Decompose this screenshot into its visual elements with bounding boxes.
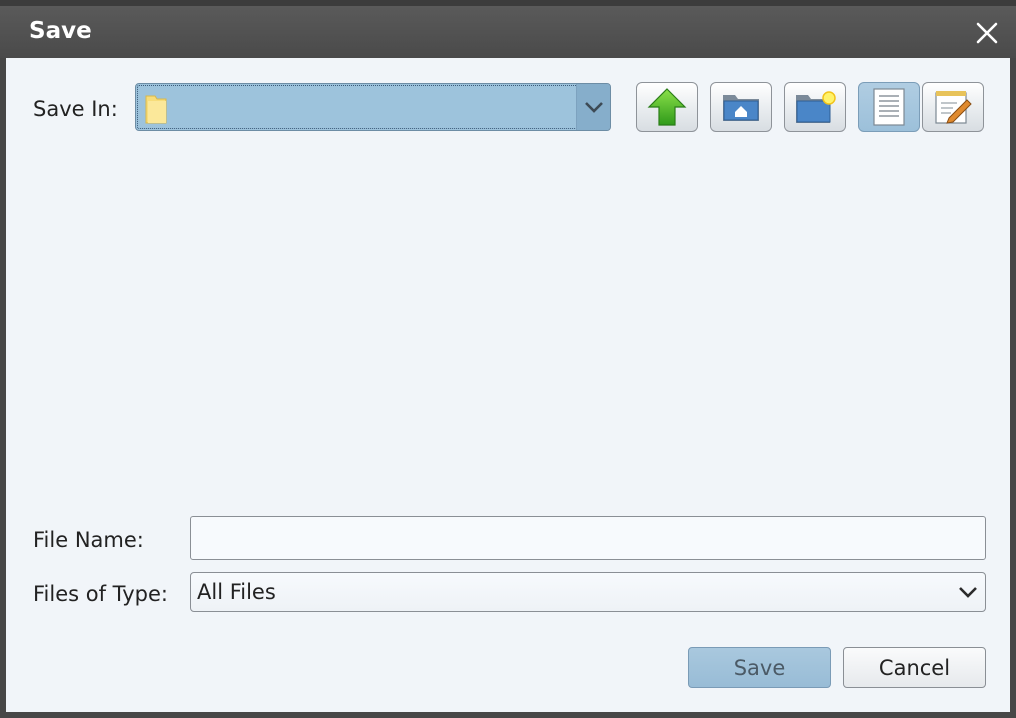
file-name-input[interactable]	[190, 516, 986, 560]
dialog-title: Save	[29, 18, 92, 44]
files-of-type-value: All Files	[197, 580, 276, 604]
file-name-label: File Name:	[33, 528, 144, 552]
save-in-combobox[interactable]	[135, 83, 611, 131]
new-folder-button[interactable]	[784, 82, 846, 132]
save-dialog: Save Save In: File Name: Files of Type: …	[0, 0, 1016, 718]
dialog-body: Save In: File Name: Files of Type: All F…	[6, 58, 1010, 712]
cancel-button[interactable]: Cancel	[843, 647, 986, 688]
home-folder-button[interactable]	[710, 82, 772, 132]
files-of-type-dropdown-arrow[interactable]	[951, 573, 985, 611]
up-arrow-icon	[647, 88, 687, 126]
home-folder-icon	[723, 95, 759, 121]
up-one-level-button[interactable]	[636, 82, 698, 132]
title-bar[interactable]: Save	[0, 0, 1016, 58]
files-of-type-select[interactable]: All Files	[190, 572, 986, 612]
files-of-type-label: Files of Type:	[33, 582, 168, 606]
new-folder-icon	[796, 91, 836, 123]
save-in-dropdown-arrow[interactable]	[576, 84, 610, 130]
chevron-down-icon	[959, 587, 977, 598]
save-in-label: Save In:	[33, 97, 118, 121]
list-view-button[interactable]	[858, 82, 920, 132]
details-view-button[interactable]	[922, 82, 984, 132]
chevron-down-icon	[584, 102, 603, 113]
close-icon[interactable]	[974, 20, 1000, 46]
notepad-pencil-icon	[935, 91, 972, 124]
save-button[interactable]: Save	[688, 647, 831, 688]
folder-icon	[145, 95, 167, 124]
list-view-icon	[873, 88, 905, 126]
file-list[interactable]	[33, 148, 985, 508]
